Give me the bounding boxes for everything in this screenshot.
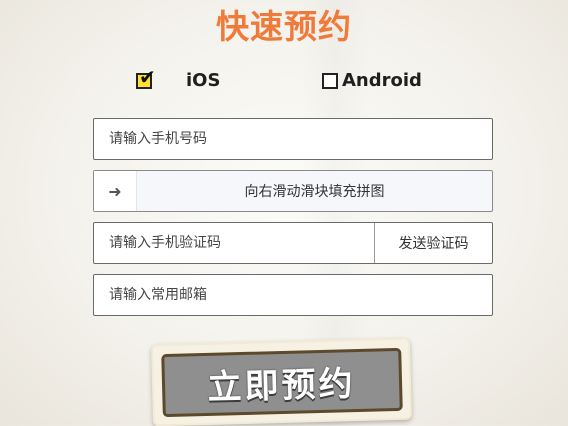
verification-code-input[interactable] xyxy=(94,223,374,263)
platform-option-android[interactable]: Android xyxy=(322,70,422,91)
verification-code-field: 发送验证码 xyxy=(93,222,493,264)
ios-checkbox[interactable]: ✔ xyxy=(136,67,156,89)
submit-button-frame[interactable]: 立即预约 xyxy=(150,337,413,426)
email-field xyxy=(93,274,493,316)
platform-option-ios[interactable]: ✔ iOS xyxy=(136,67,221,91)
send-code-button[interactable]: 发送验证码 xyxy=(374,223,492,263)
android-label: Android xyxy=(342,70,422,91)
slider-captcha: ➜ 向右滑动滑块填充拼图 xyxy=(93,170,493,212)
arrow-right-icon: ➜ xyxy=(108,181,122,201)
phone-input[interactable] xyxy=(94,119,492,159)
phone-field xyxy=(93,118,493,160)
email-input[interactable] xyxy=(94,275,492,315)
slider-handle[interactable]: ➜ xyxy=(94,171,137,211)
ios-label: iOS xyxy=(186,70,221,91)
page-title: 快速预约 xyxy=(216,7,352,46)
slider-hint: 向右滑动滑块填充拼图 xyxy=(244,184,385,200)
submit-button[interactable]: 立即预约 xyxy=(160,347,403,417)
checkmark-icon: ✔ xyxy=(139,64,156,89)
android-checkbox[interactable] xyxy=(322,72,338,89)
